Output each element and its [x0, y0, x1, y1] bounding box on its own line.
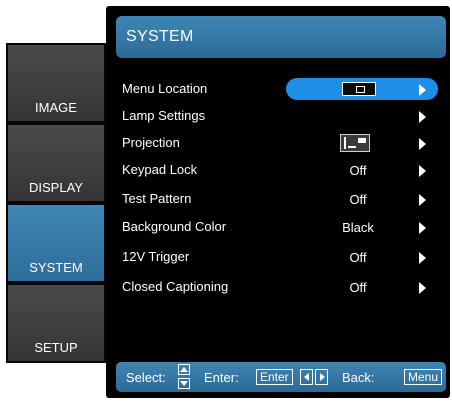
menu-item-menu-location[interactable]: Menu Location [106, 76, 450, 102]
back-hint-label: Back: [342, 370, 375, 385]
menu-item-label: Lamp Settings [122, 108, 206, 123]
chevron-right-icon[interactable] [419, 165, 426, 177]
title-bar: SYSTEM [116, 16, 446, 58]
tab-system-label: SYSTEM [29, 260, 83, 275]
menu-item-value: Off [349, 192, 367, 207]
menu-item-lamp-settings[interactable]: Lamp Settings [106, 103, 450, 129]
menu-item-value: Off [349, 280, 367, 295]
menu-item-value: Off [349, 250, 367, 265]
up-down-arrows-icon [178, 364, 192, 390]
projection-mode-icon [340, 134, 370, 152]
menu-item-background-color[interactable]: Background Color Black [106, 214, 450, 240]
chevron-right-icon[interactable] [419, 194, 426, 206]
chevron-right-icon[interactable] [419, 84, 426, 96]
chevron-right-icon[interactable] [419, 282, 426, 294]
menu-item-closed-captioning[interactable]: Closed Captioning Off [106, 274, 450, 300]
menu-item-keypad-lock[interactable]: Keypad Lock Off [106, 157, 450, 183]
menu-item-label: Test Pattern [122, 191, 192, 206]
tab-display[interactable]: DISPLAY [8, 125, 104, 201]
left-arrow-key-icon [300, 369, 313, 385]
right-arrow-key-icon [315, 369, 328, 385]
tab-image[interactable]: IMAGE [8, 45, 104, 121]
menu-item-label: Menu Location [122, 81, 208, 96]
menu-location-icon [342, 82, 376, 96]
tab-image-label: IMAGE [35, 100, 77, 115]
page-title: SYSTEM [126, 28, 194, 45]
menu-item-label: 12V Trigger [122, 249, 190, 264]
menu-item-value: Black [342, 220, 374, 235]
tab-setup-label: SETUP [34, 340, 78, 355]
tab-display-label: DISPLAY [29, 180, 83, 195]
chevron-right-icon[interactable] [419, 222, 426, 234]
chevron-right-icon[interactable] [419, 252, 426, 264]
menu-item-12v-trigger[interactable]: 12V Trigger Off [106, 244, 450, 270]
tab-system[interactable]: SYSTEM [8, 205, 104, 281]
enter-hint-label: Enter: [204, 370, 239, 385]
menu-item-label: Background Color [122, 219, 227, 234]
menu-item-projection[interactable]: Projection [106, 130, 450, 156]
chevron-right-icon[interactable] [419, 111, 426, 123]
menu-item-value: Off [349, 163, 367, 178]
key-hint-bar: Select: Enter: Enter Back: Menu [116, 362, 446, 392]
menu-item-label: Keypad Lock [122, 162, 198, 177]
menu-key: Menu [404, 369, 443, 385]
menu-item-test-pattern[interactable]: Test Pattern Off [106, 186, 450, 212]
menu-item-label: Closed Captioning [122, 279, 229, 294]
menu-tabs: IMAGE DISPLAY SYSTEM SETUP [6, 43, 106, 363]
select-hint-label: Select: [126, 370, 166, 385]
enter-key: Enter [256, 369, 293, 385]
menu-item-label: Projection [122, 135, 180, 150]
tab-setup[interactable]: SETUP [8, 285, 104, 361]
system-menu-panel: SYSTEM Menu Location Lamp Settings Proje… [106, 6, 450, 398]
chevron-right-icon[interactable] [419, 138, 426, 150]
